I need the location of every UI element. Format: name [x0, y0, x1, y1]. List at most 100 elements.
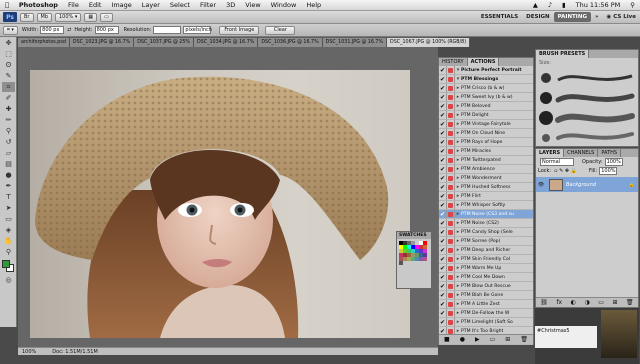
action-toggle-checkbox[interactable]: ✔ — [439, 273, 447, 281]
healing-brush-tool-icon[interactable]: ✚ — [2, 104, 15, 114]
new-layer-icon[interactable]: ⊞ — [612, 299, 617, 306]
action-dialog-toggle-icon[interactable] — [447, 246, 455, 254]
action-row[interactable]: ✔ ▸ PTM Whisper Softly — [439, 201, 533, 210]
menu-view[interactable]: View — [240, 1, 265, 9]
action-dialog-toggle-icon[interactable] — [447, 147, 455, 155]
history-brush-tool-icon[interactable]: ↺ — [2, 137, 15, 147]
action-dialog-toggle-icon[interactable] — [447, 282, 455, 290]
opacity-field[interactable]: 100% — [604, 157, 623, 166]
action-dialog-toggle-icon[interactable] — [447, 66, 455, 74]
action-dialog-toggle-icon[interactable] — [447, 237, 455, 245]
action-row[interactable]: ✔ ▸ PTM Warm Me Up — [439, 264, 533, 273]
action-dialog-toggle-icon[interactable] — [447, 111, 455, 119]
gradient-tool-icon[interactable]: ▤ — [2, 159, 15, 169]
action-toggle-checkbox[interactable]: ✔ — [439, 309, 447, 317]
volume-icon[interactable]: ♪ — [543, 1, 557, 9]
workspace-design[interactable]: DESIGN — [522, 12, 553, 22]
spotlight-icon[interactable]: ⚲ — [625, 1, 640, 9]
menu-app[interactable]: Photoshop — [14, 1, 63, 9]
lock-icons[interactable]: ▫ ✎ ✥ 🔒 — [554, 168, 577, 174]
crop-tool-preset-picker[interactable]: ⌗ ▾ — [3, 25, 18, 35]
move-tool-icon[interactable]: ✥ — [2, 38, 15, 48]
zoom-tool-icon[interactable]: ⚲ — [2, 247, 15, 257]
quick-select-tool-icon[interactable]: ✎ — [2, 71, 15, 81]
wifi-icon[interactable]: ▲ — [528, 1, 543, 9]
action-dialog-toggle-icon[interactable] — [447, 165, 455, 173]
action-row[interactable]: ✔ ▸ PTM Flirt — [439, 192, 533, 201]
action-dialog-toggle-icon[interactable] — [447, 219, 455, 227]
doc-tab[interactable]: DSC_1034.JPG @ 16.7% — [193, 38, 259, 47]
menu-filter[interactable]: Filter — [195, 1, 221, 9]
menu-edit[interactable]: Edit — [84, 1, 107, 9]
tab-channels[interactable]: CHANNELS — [564, 149, 599, 157]
action-toggle-checkbox[interactable]: ✔ — [439, 183, 447, 191]
action-toggle-checkbox[interactable]: ✔ — [439, 219, 447, 227]
menu-select[interactable]: Select — [165, 1, 195, 9]
action-row[interactable]: ✔ ▸ PTM Cool Me Down — [439, 273, 533, 282]
action-dialog-toggle-icon[interactable] — [447, 120, 455, 128]
adjustment-layer-icon[interactable]: ◑ — [584, 299, 589, 306]
workspace-painting[interactable]: PAINTING — [553, 12, 591, 22]
action-row[interactable]: ✔ ▸ PTM Hushed Softness — [439, 183, 533, 192]
action-dialog-toggle-icon[interactable] — [447, 75, 455, 83]
action-dialog-toggle-icon[interactable] — [447, 264, 455, 272]
foreground-color-swatch[interactable] — [2, 260, 10, 268]
action-toggle-checkbox[interactable]: ✔ — [439, 111, 447, 119]
action-toggle-checkbox[interactable]: ✔ — [439, 264, 447, 272]
action-row[interactable]: ✔ ▸ PTM Wonderment — [439, 174, 533, 183]
link-layers-icon[interactable]: ⛓ — [540, 299, 548, 306]
stop-icon[interactable]: ■ — [444, 336, 450, 343]
eyedropper-tool-icon[interactable]: ✐ — [2, 93, 15, 103]
action-toggle-checkbox[interactable]: ✔ — [439, 228, 447, 236]
new-group-icon[interactable]: ▭ — [598, 299, 604, 306]
action-dialog-toggle-icon[interactable] — [447, 84, 455, 92]
action-row[interactable]: ✔ ▸ PTM Beloved — [439, 102, 533, 111]
action-dialog-toggle-icon[interactable] — [447, 309, 455, 317]
delete-icon[interactable]: 🗑 — [520, 336, 528, 343]
action-row[interactable]: ✔ ▸ PTM Ambience — [439, 165, 533, 174]
menu-window[interactable]: Window — [266, 1, 302, 9]
action-row[interactable]: ✔ ▸ PTM Limelight (Soft So — [439, 318, 533, 327]
menu-image[interactable]: Image — [106, 1, 136, 9]
action-toggle-checkbox[interactable]: ✔ — [439, 192, 447, 200]
layer-visibility-eye-icon[interactable]: 👁 — [536, 182, 546, 188]
action-toggle-checkbox[interactable]: ✔ — [439, 102, 447, 110]
type-tool-icon[interactable]: T — [2, 192, 15, 202]
action-row[interactable]: ✔ ▸ PTM Noise (CS3 and su — [439, 210, 533, 219]
action-toggle-checkbox[interactable]: ✔ — [439, 138, 447, 146]
action-toggle-checkbox[interactable]: ✔ — [439, 120, 447, 128]
tab-layers[interactable]: LAYERS — [536, 149, 565, 157]
action-toggle-checkbox[interactable]: ✔ — [439, 246, 447, 254]
marquee-tool-icon[interactable]: ⬚ — [2, 49, 15, 59]
clone-stamp-tool-icon[interactable]: ⚲ — [2, 126, 15, 136]
action-toggle-checkbox[interactable]: ✔ — [439, 174, 447, 182]
action-row[interactable]: ✔ ▸ PTM Sorree (Pop) — [439, 237, 533, 246]
action-dialog-toggle-icon[interactable] — [447, 93, 455, 101]
doc-tab[interactable]: archiforphotos.psd — [18, 38, 70, 47]
path-selection-tool-icon[interactable]: ➤ — [2, 203, 15, 213]
desktop-window-fragment[interactable]: #Christmas5 — [535, 326, 597, 348]
play-icon[interactable]: ▶ — [475, 336, 480, 343]
lasso-tool-icon[interactable]: ʘ — [2, 60, 15, 70]
action-dialog-toggle-icon[interactable] — [447, 129, 455, 137]
workspace-more-button[interactable]: » — [591, 12, 603, 22]
brush-tool-icon[interactable]: ✏ — [2, 115, 15, 125]
menu-help[interactable]: Help — [301, 1, 326, 9]
action-row[interactable]: ✔ ▸ PTM Blow Out Rescue — [439, 282, 533, 291]
layer-style-icon[interactable]: fx — [556, 299, 562, 306]
action-dialog-toggle-icon[interactable] — [447, 291, 455, 299]
swap-dimensions-icon[interactable]: ⇄ — [67, 27, 71, 33]
action-dialog-toggle-icon[interactable] — [447, 183, 455, 191]
action-row[interactable]: ✔ ▸ PTM Noise (CS2) — [439, 219, 533, 228]
action-toggle-checkbox[interactable]: ✔ — [439, 201, 447, 209]
doc-tab[interactable]: DSC_1023.JPG @ 16.7% — [69, 38, 135, 47]
action-row[interactable]: ✔ ▸ PTM Miracles — [439, 147, 533, 156]
action-toggle-checkbox[interactable]: ✔ — [439, 291, 447, 299]
action-dialog-toggle-icon[interactable] — [447, 138, 455, 146]
action-dialog-toggle-icon[interactable] — [447, 228, 455, 236]
doc-tab[interactable]: DSC_1037.JPG @ 25% — [134, 38, 194, 47]
minibridge-button[interactable]: Mb — [36, 12, 52, 22]
action-row[interactable]: ✔ ▸ PTM Crisco (b & w) — [439, 84, 533, 93]
layer-row-background[interactable]: 👁 Background 🔒 — [536, 177, 638, 192]
menu-3d[interactable]: 3D — [221, 1, 240, 9]
